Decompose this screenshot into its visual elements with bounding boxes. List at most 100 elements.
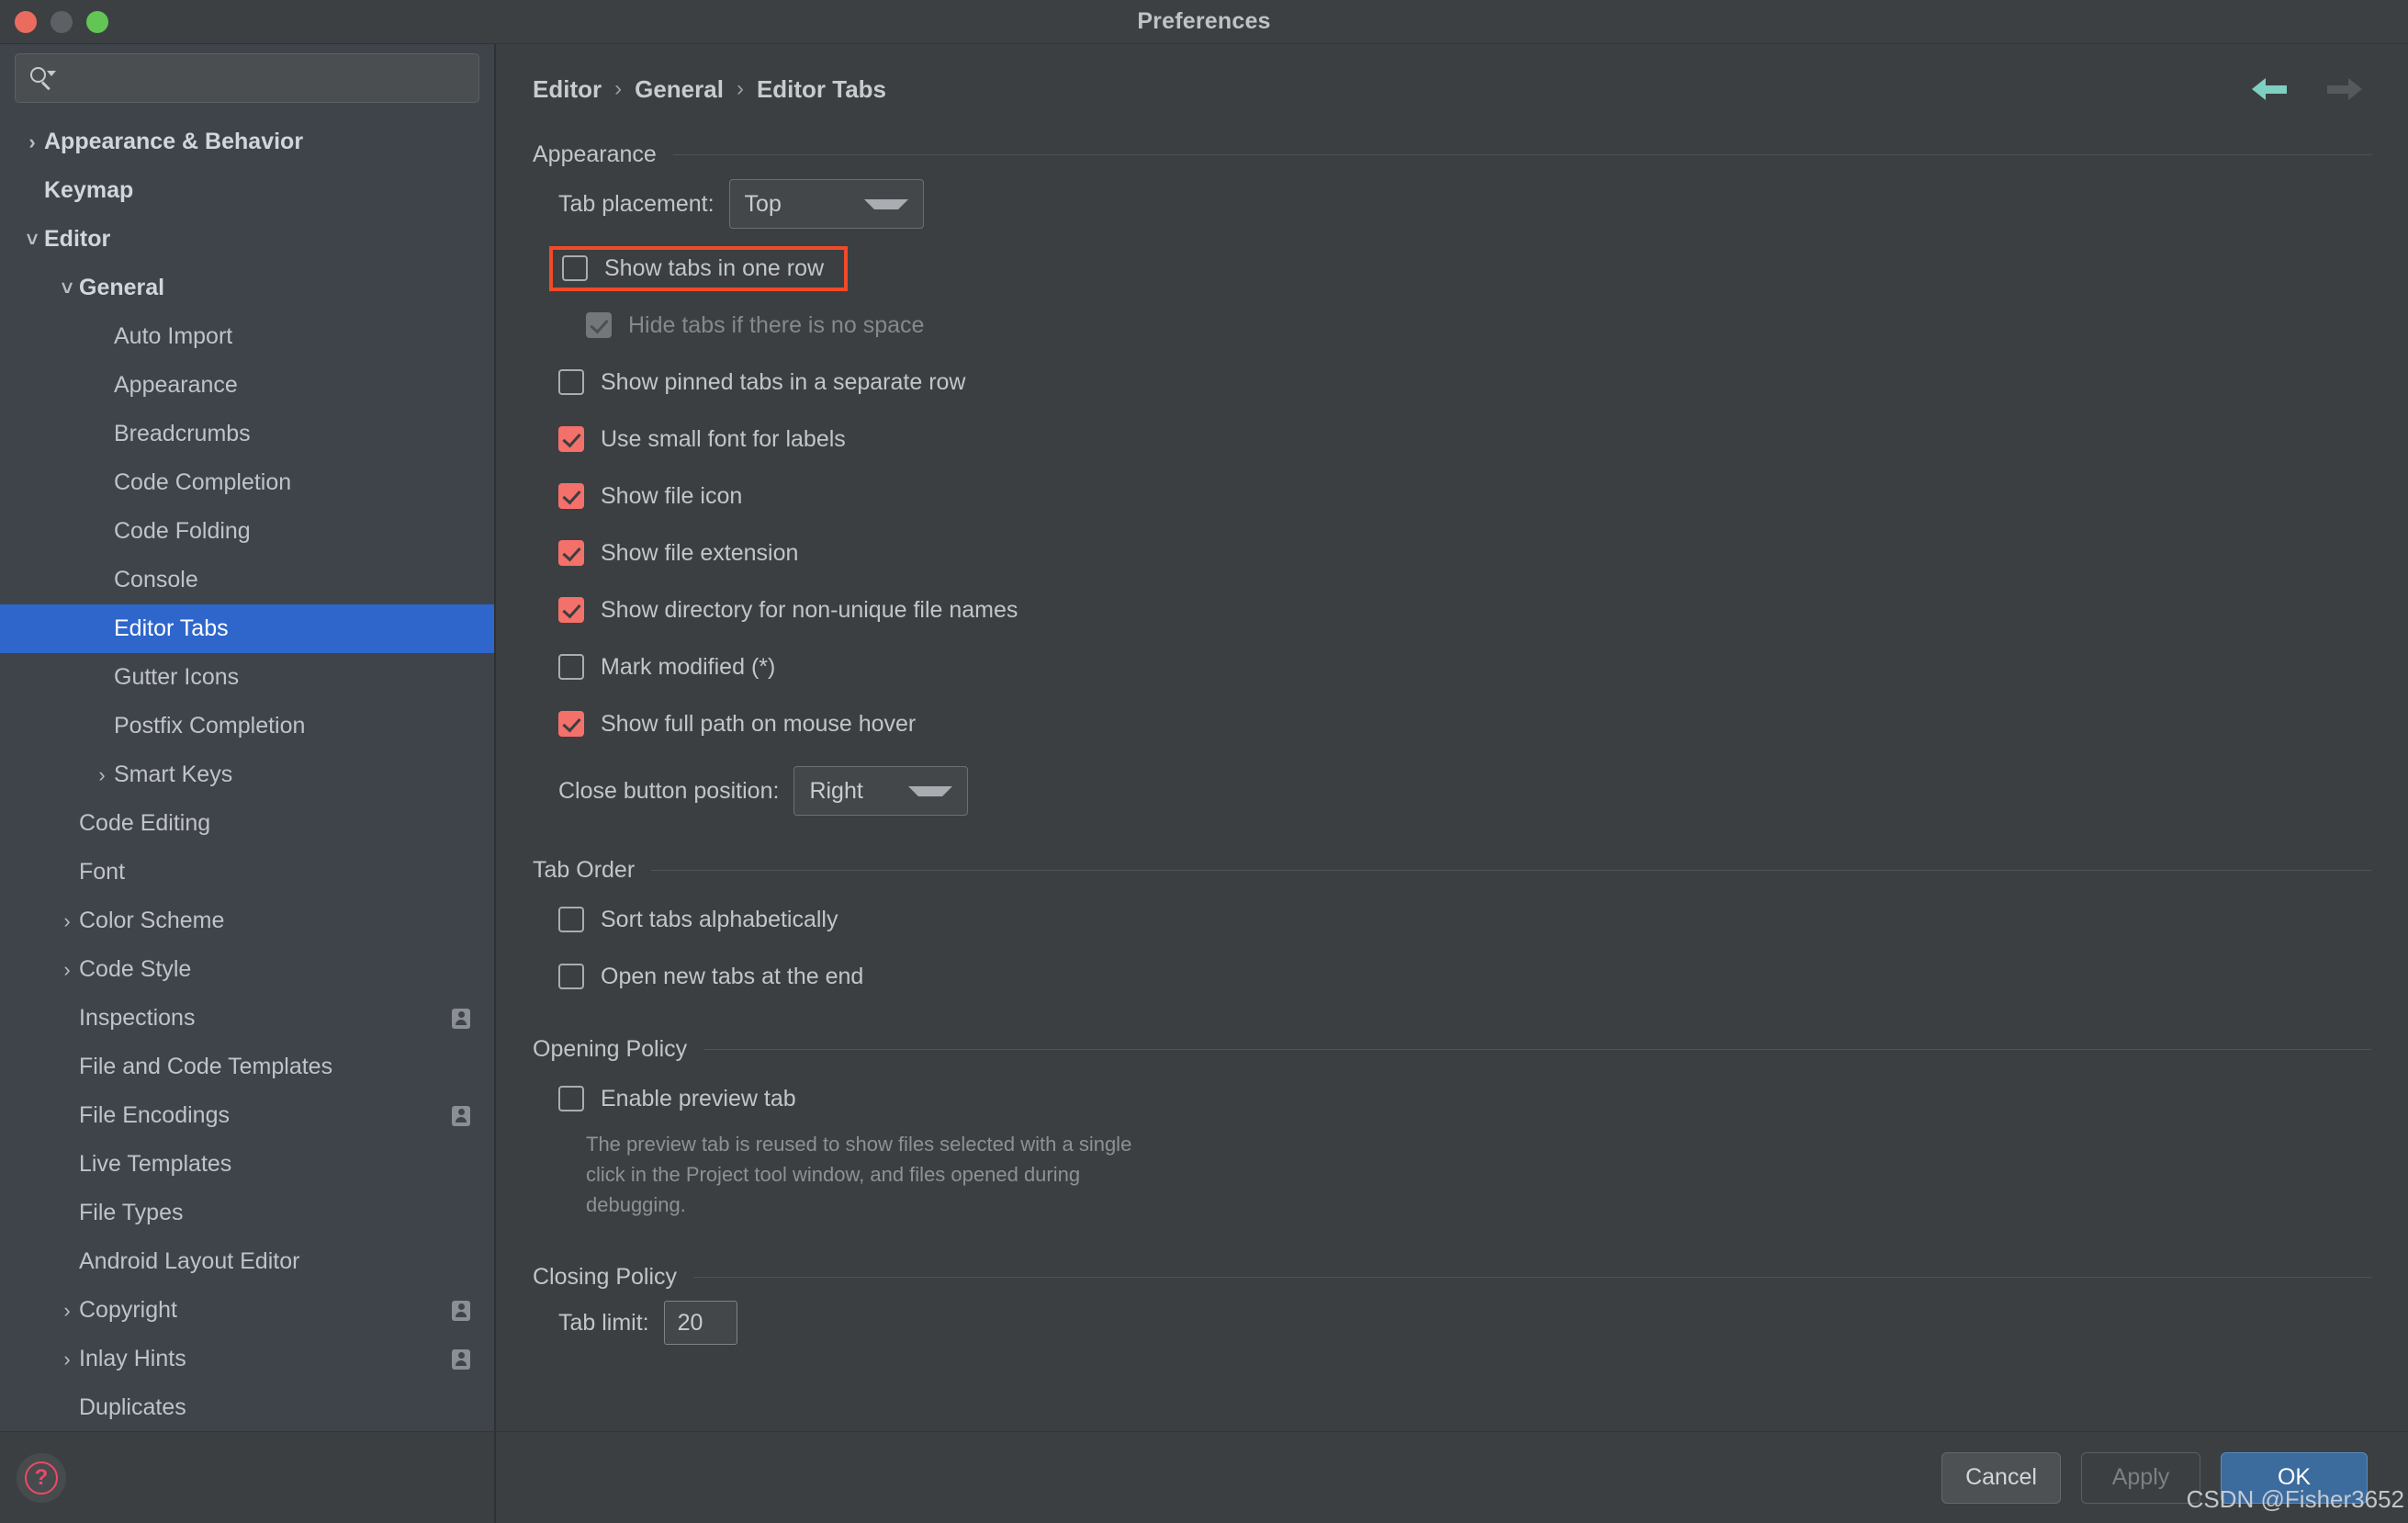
section-closing-policy-header: Closing Policy bbox=[533, 1264, 2371, 1291]
sidebar-item-label: Auto Import bbox=[114, 323, 233, 349]
checkbox-row-show-directory-for-non-unique-file-names: Show directory for non-unique file names bbox=[533, 581, 2371, 638]
apply-button[interactable]: Apply bbox=[2081, 1451, 2200, 1504]
checkbox-row-show-pinned-tabs-in-a-separate-row: Show pinned tabs in a separate row bbox=[533, 354, 2371, 411]
watermark-text: CSDN @Fisher3652 bbox=[2186, 1485, 2404, 1513]
checkbox-row-mark-modified: Mark modified (*) bbox=[533, 638, 2371, 695]
sidebar-item-live-templates[interactable]: ›Live Templates bbox=[0, 1140, 494, 1189]
checkbox-label-show-file-extension: Show file extension bbox=[601, 539, 799, 566]
chevron-right-icon[interactable]: › bbox=[55, 1348, 79, 1370]
cancel-button[interactable]: Cancel bbox=[1941, 1451, 2061, 1504]
appearance-checkbox-list: Show tabs in one row Hide tabs if there i… bbox=[533, 240, 2371, 752]
sidebar-item-code-completion[interactable]: ›Code Completion bbox=[0, 458, 494, 507]
tab-placement-select[interactable]: Top bbox=[728, 179, 924, 229]
search-box[interactable] bbox=[15, 53, 479, 103]
sidebar-item-label: Code Style bbox=[79, 956, 192, 982]
checkbox-group: Hide tabs if there is no space bbox=[586, 312, 924, 339]
search-input[interactable] bbox=[56, 66, 466, 90]
sidebar-item-file-and-code-templates[interactable]: ›File and Code Templates bbox=[0, 1043, 494, 1091]
sidebar-item-file-types[interactable]: ›File Types bbox=[0, 1189, 494, 1237]
chevron-down-icon[interactable]: ˅ bbox=[55, 277, 79, 299]
sidebar-item-label: Editor bbox=[44, 226, 111, 252]
sidebar-item-label: Android Layout Editor bbox=[79, 1248, 300, 1274]
chevron-right-icon[interactable]: › bbox=[20, 131, 44, 152]
navigation-arrows bbox=[2252, 75, 2371, 103]
help-button[interactable]: ? bbox=[17, 1452, 66, 1503]
checkbox-row-open-new-tabs-at-the-end: Open new tabs at the end bbox=[533, 948, 2371, 1005]
sidebar-item-general[interactable]: ˅ General bbox=[0, 264, 494, 312]
sidebar-item-label: Editor Tabs bbox=[114, 615, 229, 641]
sidebar-item-label: Inspections bbox=[79, 1005, 196, 1031]
sidebar-item-auto-import[interactable]: ›Auto Import bbox=[0, 312, 494, 361]
opening-policy-checkbox-list: Enable preview tab bbox=[533, 1070, 2371, 1127]
preview-tab-hint: The preview tab is reused to show files … bbox=[586, 1133, 1132, 1216]
checkbox-show-directory-for-non-unique-file-names[interactable] bbox=[558, 597, 584, 623]
sidebar-item-font[interactable]: ›Font bbox=[0, 848, 494, 897]
checkbox-enable-preview-tab[interactable] bbox=[558, 1086, 584, 1111]
breadcrumb-item-editor[interactable]: Editor bbox=[533, 75, 602, 104]
checkbox-label-show-tabs-in-one-row: Show tabs in one row bbox=[604, 254, 825, 281]
tab-placement-value: Top bbox=[744, 190, 782, 217]
checkbox-mark-modified[interactable] bbox=[558, 654, 584, 680]
sidebar-item-duplicates[interactable]: ›Duplicates bbox=[0, 1383, 494, 1431]
sidebar-item-label: General bbox=[79, 275, 165, 300]
sidebar-item-label: File and Code Templates bbox=[79, 1054, 333, 1079]
checkbox-label-sort-tabs-alphabetically: Sort tabs alphabetically bbox=[601, 906, 838, 932]
project-scope-icon bbox=[452, 1008, 470, 1029]
sidebar-item-copyright[interactable]: › Copyright bbox=[0, 1286, 494, 1335]
chevron-down-icon[interactable]: ˅ bbox=[20, 229, 44, 250]
sidebar-item-editor-tabs[interactable]: ›Editor Tabs bbox=[0, 604, 494, 653]
sidebar-item-file-encodings[interactable]: ›File Encodings bbox=[0, 1091, 494, 1140]
sidebar-item-label: Appearance & Behavior bbox=[44, 129, 304, 154]
tab-limit-value: 20 bbox=[677, 1309, 703, 1336]
checkbox-row-show-tabs-in-one-row: Show tabs in one row bbox=[533, 240, 2371, 297]
sidebar-item-code-editing[interactable]: ›Code Editing bbox=[0, 799, 494, 848]
sidebar-item-appearance-behavior[interactable]: › Appearance & Behavior bbox=[0, 118, 494, 166]
checkbox-show-file-extension[interactable] bbox=[558, 540, 584, 566]
section-divider bbox=[651, 870, 2371, 871]
sidebar-item-label: Gutter Icons bbox=[114, 664, 240, 690]
checkbox-show-pinned-tabs-in-a-separate-row[interactable] bbox=[558, 369, 584, 395]
sidebar-item-gutter-icons[interactable]: ›Gutter Icons bbox=[0, 653, 494, 702]
chevron-right-icon[interactable]: › bbox=[55, 959, 79, 980]
breadcrumb-item-general[interactable]: General bbox=[635, 75, 724, 104]
sidebar-item-postfix-completion[interactable]: ›Postfix Completion bbox=[0, 702, 494, 750]
checkbox-use-small-font-for-labels[interactable] bbox=[558, 426, 584, 452]
sidebar-item-android-layout-editor[interactable]: ›Android Layout Editor bbox=[0, 1237, 494, 1286]
sidebar-item-code-style[interactable]: › Code Style bbox=[0, 945, 494, 994]
back-arrow-icon[interactable] bbox=[2252, 75, 2289, 103]
sidebar-item-console[interactable]: ›Console bbox=[0, 556, 494, 604]
checkbox-show-tabs-in-one-row[interactable] bbox=[562, 255, 588, 281]
chevron-right-icon[interactable]: › bbox=[90, 764, 114, 785]
sidebar-item-editor[interactable]: ˅ Editor bbox=[0, 215, 494, 264]
sidebar-item-breadcrumbs[interactable]: ›Breadcrumbs bbox=[0, 410, 494, 458]
project-scope-icon bbox=[452, 1348, 470, 1370]
dialog-footer: Cancel Apply OK CSDN @Fisher3652 bbox=[496, 1431, 2408, 1523]
section-opening-policy-header: Opening Policy bbox=[533, 1036, 2371, 1063]
checkbox-group: Show directory for non-unique file names bbox=[558, 597, 1018, 624]
checkbox-show-file-icon[interactable] bbox=[558, 483, 584, 509]
checkbox-label-enable-preview-tab: Enable preview tab bbox=[601, 1085, 796, 1111]
checkbox-open-new-tabs-at-the-end[interactable] bbox=[558, 964, 584, 989]
forward-arrow-icon[interactable] bbox=[2325, 75, 2362, 103]
sidebar-item-inspections[interactable]: ›Inspections bbox=[0, 994, 494, 1043]
sidebar-item-smart-keys[interactable]: › Smart Keys bbox=[0, 750, 494, 799]
sidebar-item-label: Font bbox=[79, 859, 126, 885]
sidebar-item-code-folding[interactable]: ›Code Folding bbox=[0, 507, 494, 556]
chevron-right-icon[interactable]: › bbox=[55, 1300, 79, 1321]
checkbox-show-full-path-on-mouse-hover[interactable] bbox=[558, 711, 584, 737]
settings-main: Editor › General › Editor Tabs Appearanc… bbox=[496, 44, 2408, 1523]
sidebar-item-label: Color Scheme bbox=[79, 908, 225, 933]
sidebar-item-inlay-hints[interactable]: › Inlay Hints bbox=[0, 1335, 494, 1383]
checkbox-group: Sort tabs alphabetically bbox=[558, 907, 838, 933]
close-button-position-select[interactable]: Right bbox=[793, 766, 969, 816]
sidebar-item-keymap[interactable]: ›Keymap bbox=[0, 166, 494, 215]
tab-limit-input[interactable]: 20 bbox=[663, 1301, 737, 1345]
chevron-right-icon[interactable]: › bbox=[55, 910, 79, 931]
checkbox-label-hide-tabs-if-there-is-no-space: Hide tabs if there is no space bbox=[628, 311, 925, 338]
settings-tree: ›Appearance & Behavior›Keymap˅Editor˅Gen… bbox=[0, 114, 494, 1431]
close-button-position-row: Close button position: Right bbox=[533, 752, 2371, 829]
checkbox-row-show-full-path-on-mouse-hover: Show full path on mouse hover bbox=[533, 695, 2371, 752]
checkbox-sort-tabs-alphabetically[interactable] bbox=[558, 907, 584, 932]
sidebar-item-color-scheme[interactable]: › Color Scheme bbox=[0, 897, 494, 945]
sidebar-item-appearance[interactable]: ›Appearance bbox=[0, 361, 494, 410]
